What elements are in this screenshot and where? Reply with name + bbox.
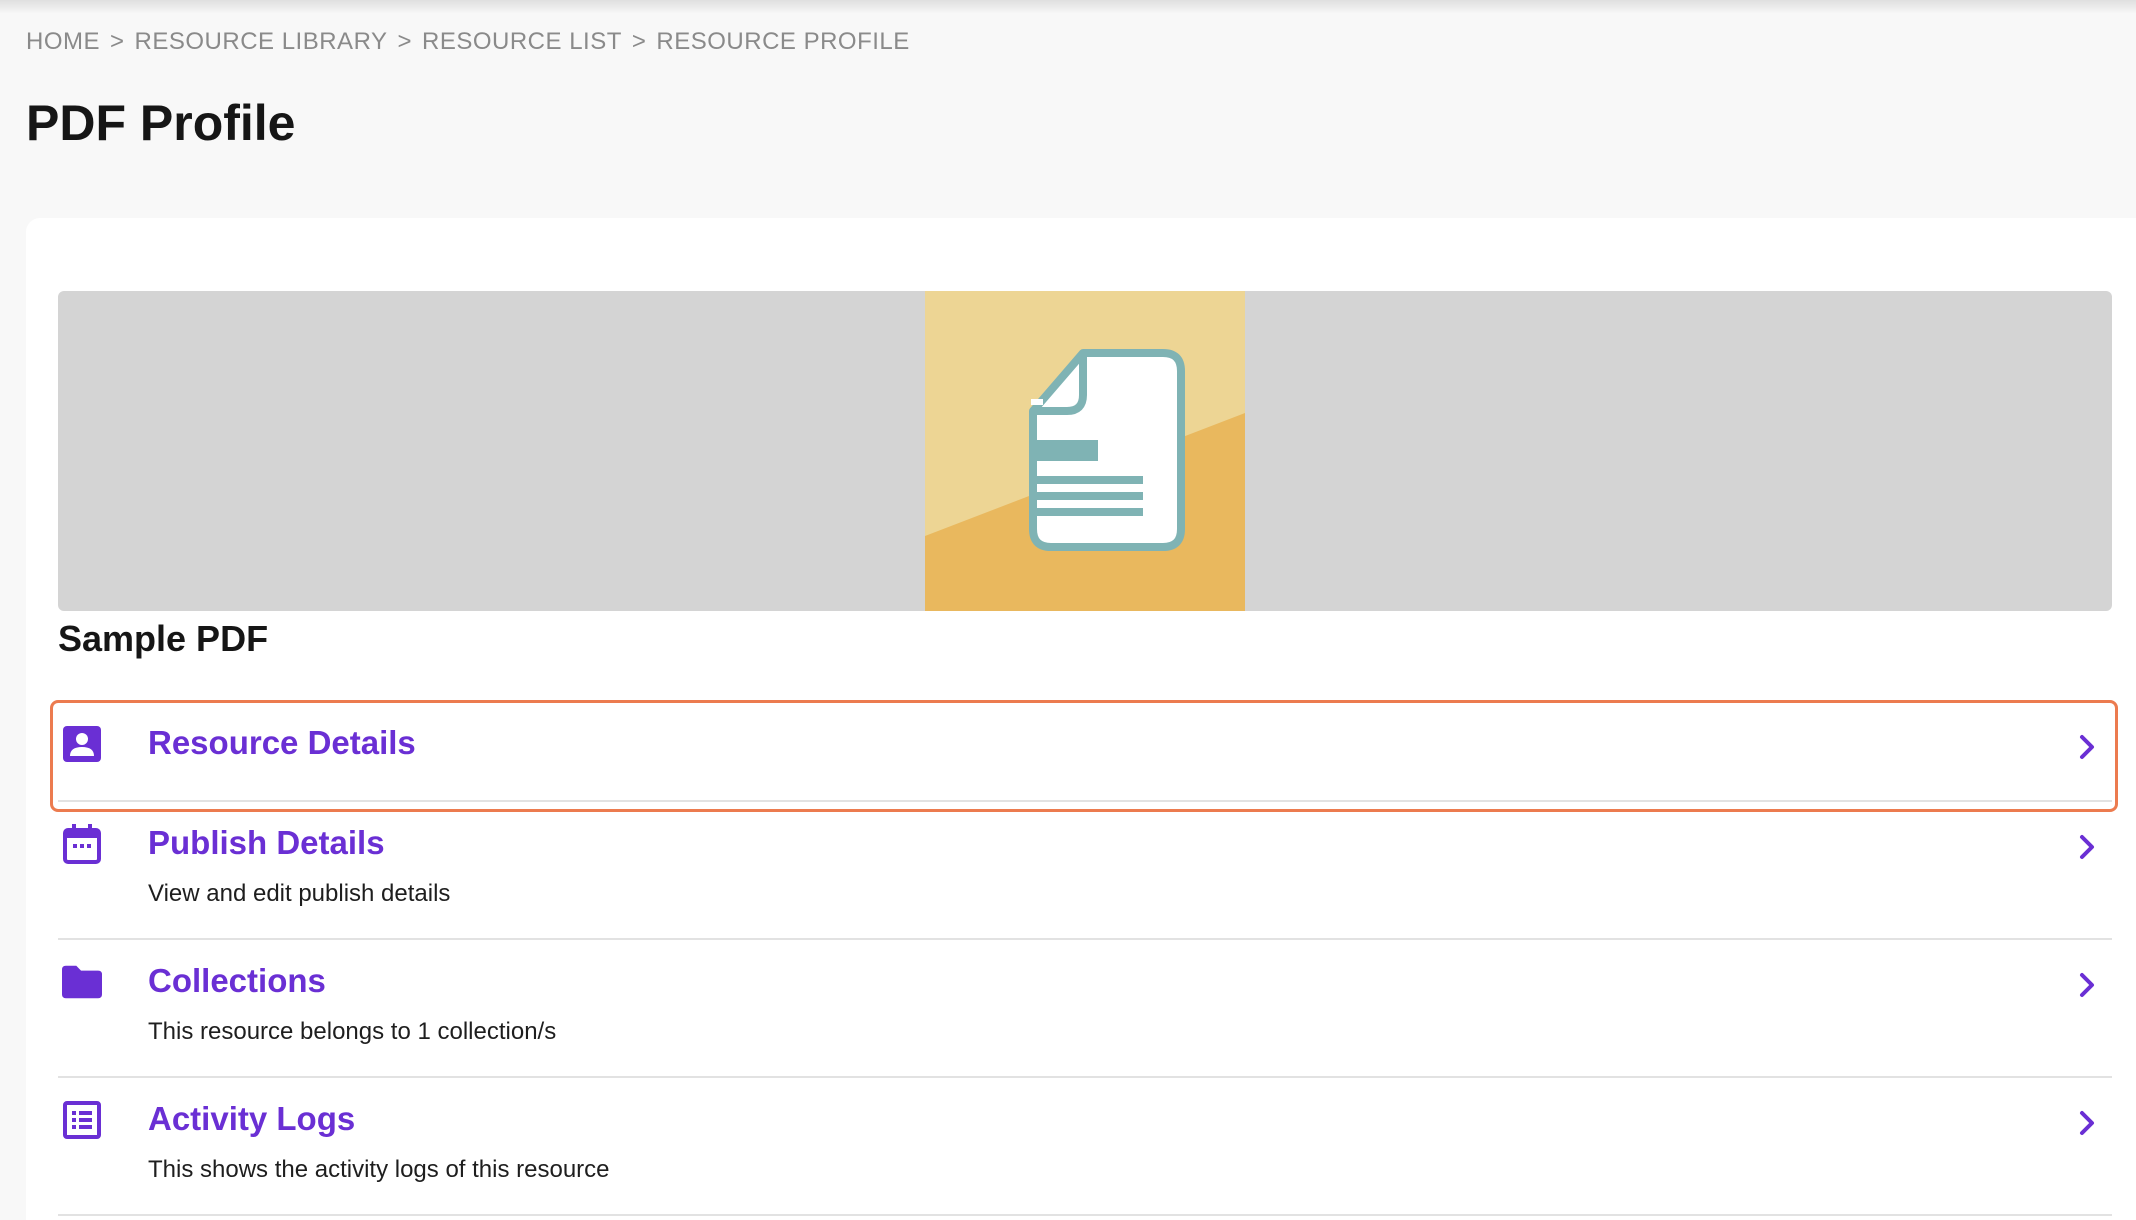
- breadcrumb-resource-profile: RESOURCE PROFILE: [656, 28, 910, 55]
- menu-item-activity-logs[interactable]: Activity Logs This shows the activity lo…: [58, 1078, 2112, 1216]
- menu-item-description: This shows the activity logs of this res…: [148, 1156, 610, 1183]
- document-icon: [1029, 349, 1185, 551]
- chevron-right-icon: [2072, 970, 2102, 1000]
- menu-item-collections[interactable]: Collections This resource belongs to 1 c…: [58, 940, 2112, 1078]
- menu-item-label: Collections: [148, 962, 326, 999]
- folder-icon: [62, 962, 102, 1002]
- page-title: PDF Profile: [26, 95, 296, 151]
- menu-item-label: Resource Details: [148, 724, 416, 761]
- chevron-right-icon: [2072, 1108, 2102, 1138]
- breadcrumb-resource-list[interactable]: RESOURCE LIST: [422, 28, 622, 56]
- menu-item-resource-details[interactable]: Resource Details: [58, 702, 2112, 802]
- resource-banner: [58, 291, 2112, 611]
- resource-thumbnail: [925, 291, 1245, 611]
- resource-name: Sample PDF: [58, 618, 269, 659]
- menu-item-label: Activity Logs: [148, 1100, 356, 1137]
- person-badge-icon: [62, 724, 102, 764]
- menu-item-description: This resource belongs to 1 collection/s: [148, 1018, 557, 1045]
- breadcrumb-separator: >: [631, 28, 647, 55]
- profile-menu: Resource Details Publish Details View an…: [58, 702, 2112, 1216]
- list-icon: [62, 1100, 102, 1140]
- breadcrumb-separator: >: [397, 28, 412, 55]
- chevron-right-icon: [2072, 732, 2102, 762]
- breadcrumb: HOME > RESOURCE LIBRARY > RESOURCE LIST …: [26, 28, 910, 56]
- calendar-icon: [62, 824, 102, 864]
- profile-card: Sample PDF Resource Details Publish Deta…: [26, 218, 2136, 1220]
- menu-item-label: Publish Details: [148, 824, 385, 861]
- top-shadow: [0, 0, 2136, 14]
- menu-item-description: View and edit publish details: [148, 880, 451, 907]
- breadcrumb-home[interactable]: HOME: [26, 28, 100, 56]
- breadcrumb-resource-library[interactable]: RESOURCE LIBRARY: [135, 28, 388, 56]
- breadcrumb-separator: >: [110, 28, 125, 55]
- menu-item-publish-details[interactable]: Publish Details View and edit publish de…: [58, 802, 2112, 940]
- chevron-right-icon: [2072, 832, 2102, 862]
